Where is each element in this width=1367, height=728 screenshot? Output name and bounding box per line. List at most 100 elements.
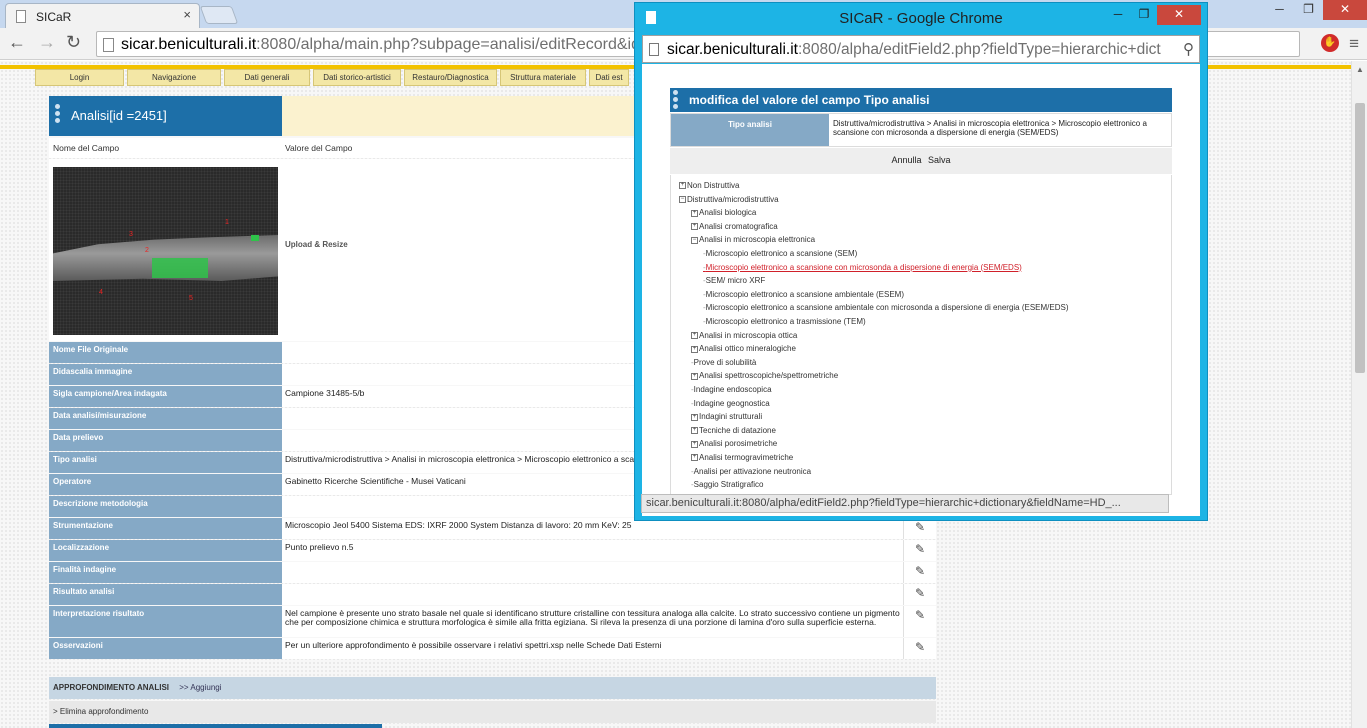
analysis-point-highlight xyxy=(251,235,259,241)
current-value-row: Tipo analisi Distruttiva/microdistruttiv… xyxy=(670,113,1172,147)
maximize-button[interactable]: ❐ xyxy=(1294,0,1323,20)
edit-pencil-icon[interactable]: ✎ xyxy=(903,518,936,539)
tree-node-label[interactable]: Analisi in microscopia ottica xyxy=(699,331,797,340)
expand-icon[interactable]: + xyxy=(679,182,686,190)
tree-node-label[interactable]: Distruttiva/microdistruttiva xyxy=(687,195,779,204)
collapse-icon[interactable]: − xyxy=(679,195,686,203)
expand-icon[interactable]: + xyxy=(691,223,698,231)
menu-item-restauro-diagnostica[interactable]: Restauro/Diagnostica xyxy=(404,69,497,86)
chrome-menu-icon[interactable]: ≡ xyxy=(1349,34,1359,54)
tree-node-label[interactable]: Prove di solubilità xyxy=(694,358,757,367)
menu-item-dati-esterni[interactable]: Dati est xyxy=(589,69,629,86)
tree-node[interactable]: + Analisi cromatografica xyxy=(691,222,778,231)
scroll-up-icon[interactable]: ▲ xyxy=(1356,65,1364,74)
sem-micrograph-image[interactable]: 1 2 3 4 5 xyxy=(53,167,278,335)
tree-node[interactable]: -Microscopio elettronico a scansione amb… xyxy=(703,290,904,299)
tree-node-label[interactable]: Indagine geognostica xyxy=(694,399,770,408)
expand-icon[interactable]: + xyxy=(691,331,698,339)
tree-node[interactable]: + Non Distruttiva xyxy=(679,181,739,190)
tree-node[interactable]: − Analisi in microscopia elettronica xyxy=(691,235,815,244)
page-scrollbar[interactable]: ▲ xyxy=(1351,61,1367,728)
tree-node-label[interactable]: Microscopio elettronico a scansione ambi… xyxy=(706,290,904,299)
delete-approfondimento-link[interactable]: > Elimina approfondimento xyxy=(49,701,936,723)
tree-node-label[interactable]: Microscopio elettronico a scansione ambi… xyxy=(706,303,1069,312)
forward-icon[interactable]: → xyxy=(38,32,56,53)
tree-node[interactable]: + Analisi biologica xyxy=(691,208,756,217)
tree-node[interactable]: + Analisi in microscopia ottica xyxy=(691,331,797,340)
tree-node-label[interactable]: Analisi termogravimetriche xyxy=(699,453,793,462)
tree-node[interactable]: -Indagine geognostica xyxy=(691,399,770,408)
menu-item-login[interactable]: Login xyxy=(35,69,124,86)
menu-item-navigazione[interactable]: Navigazione xyxy=(127,69,221,86)
tree-node-label[interactable]: Analisi in microscopia elettronica xyxy=(699,235,815,244)
tree-node-label[interactable]: Analisi porosimetriche xyxy=(699,439,777,448)
back-icon[interactable]: ← xyxy=(8,32,26,53)
menu-item-dati-generali[interactable]: Dati generali xyxy=(224,69,310,86)
tree-node-label[interactable]: Analisi cromatografica xyxy=(699,222,778,231)
close-window-button[interactable]: ✕ xyxy=(1323,0,1367,20)
tree-node[interactable]: + Indagini strutturali xyxy=(691,412,762,421)
edit-pencil-icon[interactable]: ✎ xyxy=(903,562,936,583)
tree-node[interactable]: + Analisi termogravimetriche xyxy=(691,453,793,462)
tree-node-label[interactable]: Indagine endoscopica xyxy=(694,385,772,394)
scrollbar-thumb[interactable] xyxy=(1355,103,1365,373)
menu-item-struttura-materiale[interactable]: Struttura materiale xyxy=(500,69,586,86)
tree-node-label[interactable]: Analisi spettroscopiche/spettrometriche xyxy=(699,371,838,380)
tree-node[interactable]: -Microscopio elettronico a scansione (SE… xyxy=(703,249,857,258)
tree-node-label[interactable]: Microscopio elettronico a trasmissione (… xyxy=(706,317,866,326)
tree-node-label[interactable]: Microscopio elettronico a scansione con … xyxy=(706,263,1022,272)
tab-close-icon[interactable]: × xyxy=(183,7,191,22)
tree-node-label[interactable]: Analisi ottico mineralogiche xyxy=(699,344,796,353)
tree-node[interactable]: -Saggio Stratigrafico xyxy=(691,480,764,489)
minimize-button[interactable]: ─ xyxy=(1265,0,1294,20)
search-icon[interactable]: ⚲ xyxy=(1183,40,1194,58)
tree-node[interactable]: -SEM/ micro XRF xyxy=(703,276,765,285)
tree-node[interactable]: -Analisi per attivazione neutronica xyxy=(691,467,811,476)
cancel-button[interactable]: Annulla xyxy=(891,155,921,165)
tree-node-label[interactable]: Analisi per attivazione neutronica xyxy=(694,467,811,476)
adblock-icon[interactable]: ✋ xyxy=(1321,34,1340,52)
tree-node[interactable]: -Microscopio elettronico a scansione amb… xyxy=(703,303,1069,312)
expand-icon[interactable]: + xyxy=(691,209,698,217)
expand-icon[interactable]: + xyxy=(691,440,698,448)
tree-node-label[interactable]: Tecniche di datazione xyxy=(699,426,776,435)
field-row: Interpretazione risultato Nel campione è … xyxy=(49,606,936,637)
tree-node[interactable]: − Distruttiva/microdistruttiva xyxy=(679,195,779,204)
save-button[interactable]: Salva xyxy=(928,155,951,165)
tree-node-label[interactable]: SEM/ micro XRF xyxy=(706,276,766,285)
field-row-label: Risultato analisi xyxy=(49,584,282,605)
tree-node-label[interactable]: Microscopio elettronico a scansione (SEM… xyxy=(706,249,858,258)
popup-minimize-button[interactable]: ─ xyxy=(1105,5,1131,25)
edit-pencil-icon[interactable]: ✎ xyxy=(903,540,936,561)
add-approfondimento-link[interactable]: >> Aggiungi xyxy=(179,683,221,692)
tree-node[interactable]: + Analisi porosimetriche xyxy=(691,439,777,448)
tree-node-label[interactable]: Indagini strutturali xyxy=(699,412,762,421)
popup-address-bar[interactable]: sicar.beniculturali.it:8080/alpha/editFi… xyxy=(642,35,1200,63)
new-tab-button[interactable] xyxy=(199,6,239,24)
upload-resize-link[interactable]: Upload & Resize xyxy=(285,240,348,249)
tree-node[interactable]: -Indagine endoscopica xyxy=(691,385,772,394)
tree-node[interactable]: -Microscopio elettronico a trasmissione … xyxy=(703,317,866,326)
popup-close-button[interactable]: ✕ xyxy=(1157,5,1201,25)
tree-node-label[interactable]: Saggio Stratigrafico xyxy=(694,480,764,489)
menu-item-dati-storico-artistici[interactable]: Dati storico-artistici xyxy=(313,69,401,86)
tree-node-label[interactable]: Non Distruttiva xyxy=(687,181,739,190)
tree-node[interactable]: + Analisi ottico mineralogiche xyxy=(691,344,796,353)
tree-node[interactable]: -Prove di solubilità xyxy=(691,358,756,367)
edit-pencil-icon[interactable]: ✎ xyxy=(903,606,936,637)
reload-icon[interactable]: ↻ xyxy=(66,32,81,53)
browser-tab[interactable]: SICaR × xyxy=(5,3,200,28)
expand-icon[interactable]: + xyxy=(691,427,698,435)
expand-icon[interactable]: + xyxy=(691,454,698,462)
expand-icon[interactable]: + xyxy=(691,345,698,353)
popup-maximize-button[interactable]: ❐ xyxy=(1131,5,1157,25)
edit-pencil-icon[interactable]: ✎ xyxy=(903,638,936,659)
expand-icon[interactable]: + xyxy=(691,413,698,421)
tree-node[interactable]: + Tecniche di datazione xyxy=(691,426,776,435)
tree-node-label[interactable]: Analisi biologica xyxy=(699,208,756,217)
tree-node[interactable]: + Analisi spettroscopiche/spettrometriche xyxy=(691,371,838,380)
collapse-icon[interactable]: − xyxy=(691,236,698,244)
expand-icon[interactable]: + xyxy=(691,372,698,380)
edit-pencil-icon[interactable]: ✎ xyxy=(903,584,936,605)
tree-node[interactable]: -Microscopio elettronico a scansione con… xyxy=(703,263,1022,272)
